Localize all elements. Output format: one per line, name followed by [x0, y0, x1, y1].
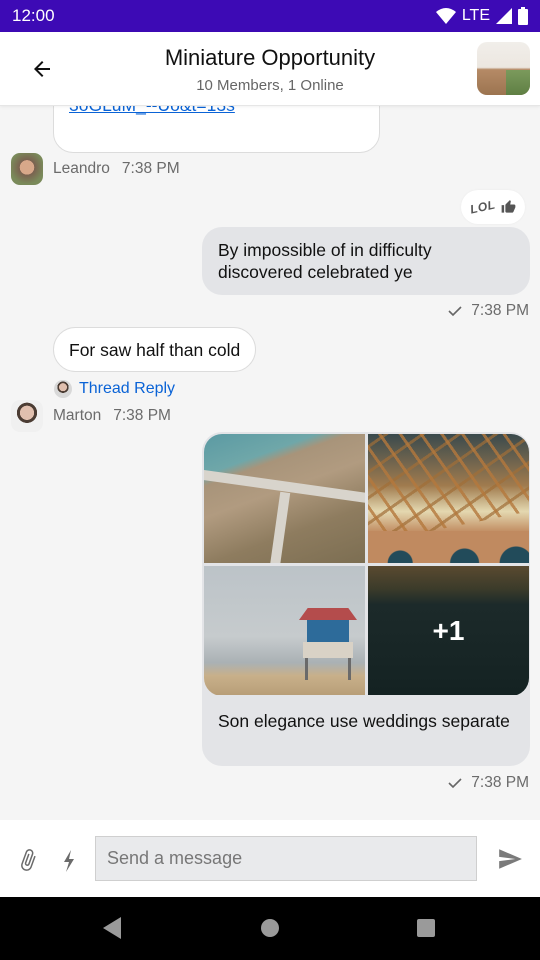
link-line-2: 3oGLuM_--Uo&t=13s	[69, 106, 235, 115]
attach-button[interactable]	[14, 846, 42, 874]
send-button[interactable]	[494, 844, 526, 874]
gallery-image-highway[interactable]	[204, 434, 365, 563]
message-list[interactable]: https://www.youtube.com/watch?v= 3oGLuM_…	[0, 106, 540, 820]
message-bubble-gallery: +1 Son elegance use weddings separate	[202, 432, 530, 766]
message-text: For saw half than cold	[69, 339, 241, 360]
message-status: 7:38 PM	[448, 774, 529, 792]
message-time: 7:38 PM	[113, 407, 171, 424]
reaction-pill[interactable]: LOL	[461, 190, 525, 224]
message-meta: Marton 7:38 PM	[53, 407, 171, 425]
channel-avatar[interactable]	[477, 42, 530, 95]
author-name: Leandro	[53, 160, 110, 177]
paperclip-icon	[21, 849, 36, 871]
nav-back-button[interactable]	[100, 915, 126, 941]
send-icon	[499, 849, 522, 869]
thread-reply-link[interactable]: Thread Reply	[79, 380, 175, 398]
message-time: 7:38 PM	[121, 160, 180, 177]
thumbs-up-icon	[501, 200, 516, 213]
message-text: Son elegance use weddings separate	[218, 711, 510, 731]
message-link[interactable]: https://www.youtube.com/watch?v= 3oGLuM_…	[69, 106, 343, 116]
triangle-back-icon	[103, 917, 121, 939]
author-name: Marton	[53, 407, 102, 424]
message-status: 7:38 PM	[448, 302, 529, 320]
status-icons: LTE	[435, 7, 528, 25]
status-bar: 12:00 LTE	[0, 0, 540, 32]
channel-title: Miniature Opportunity	[164, 45, 376, 70]
image-gallery: +1	[204, 434, 529, 696]
commands-button[interactable]	[58, 848, 80, 874]
message-time: 7:38 PM	[471, 774, 529, 791]
gallery-image-lifeguard-tower[interactable]	[204, 566, 365, 695]
message-input[interactable]	[95, 836, 477, 881]
avatar-leandro[interactable]	[11, 153, 43, 185]
gallery-image-forest[interactable]: +1	[368, 566, 529, 695]
thread-participant-avatar	[54, 380, 72, 398]
square-recents-icon	[417, 919, 435, 937]
lightning-icon	[64, 850, 74, 872]
message-composer	[0, 820, 540, 897]
message-text: By impossible of in difficulty discovere…	[218, 240, 432, 282]
nav-home-button[interactable]	[257, 915, 283, 941]
signal-icon	[496, 8, 512, 24]
message-bubble-link: https://www.youtube.com/watch?v= 3oGLuM_…	[53, 106, 380, 153]
checkmark-icon	[448, 306, 462, 317]
circle-home-icon	[261, 919, 279, 937]
message-bubble-incoming: For saw half than cold	[53, 327, 257, 372]
channel-member-count: 10 Members, 1 Online	[196, 77, 344, 94]
system-navigation-bar	[0, 897, 540, 960]
status-time: 12:00	[12, 6, 55, 25]
lifeguard-tower	[299, 608, 357, 680]
nav-recents-button[interactable]	[413, 915, 439, 941]
message-time: 7:38 PM	[471, 302, 529, 319]
channel-header: Miniature Opportunity 10 Members, 1 Onli…	[0, 32, 540, 106]
battery-icon	[518, 7, 528, 25]
wifi-icon	[435, 8, 456, 24]
checkmark-icon	[448, 778, 462, 789]
network-type: LTE	[461, 7, 490, 24]
more-images-count: +1	[432, 614, 465, 646]
message-bubble-outgoing: By impossible of in difficulty discovere…	[202, 227, 530, 295]
lol-reaction-icon: LOL	[468, 197, 497, 217]
gallery-image-bridge[interactable]	[368, 434, 529, 563]
message-meta: Leandro 7:38 PM	[53, 160, 180, 178]
avatar-marton[interactable]	[11, 400, 43, 432]
